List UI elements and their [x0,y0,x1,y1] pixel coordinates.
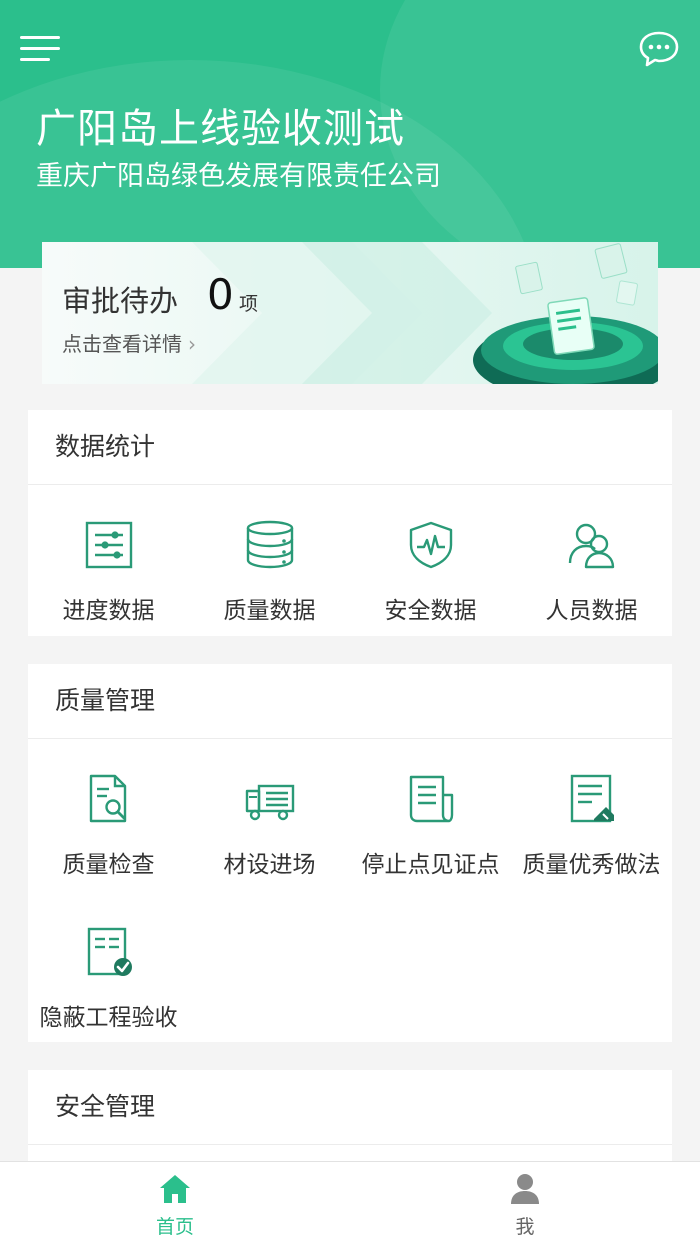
hamburger-menu-icon[interactable] [20,34,62,64]
section-title: 安全管理 [28,1070,672,1145]
document-search-icon [89,774,126,823]
truck-icon [245,784,294,821]
quality-management-card: 质量管理 质量检查 材设进场 停止点见证点 质量优秀做法 隐蔽工程验收 [28,664,672,1042]
grid-item-label: 人员数据 [545,598,638,624]
grid-item-label: 进度数据 [62,598,155,624]
data-stats-card: 数据统计 进度数据 质量数据 安全数据 人员数据 [28,410,672,636]
document-edit-icon [570,774,614,823]
approval-banner[interactable]: 审批待办 0 项 点击查看详情 › [42,242,658,384]
grid-item-label: 停止点见证点 [361,852,500,878]
personnel-data-button[interactable]: 人员数据 [511,519,672,672]
quality-management-grid: 质量检查 材设进场 停止点见证点 质量优秀做法 隐蔽工程验收 [28,739,672,1079]
quality-inspection-button[interactable]: 质量检查 [28,773,189,926]
quality-best-practice-button[interactable]: 质量优秀做法 [511,773,672,926]
tab-home[interactable]: 首页 [0,1162,350,1245]
grid-item-label: 质量数据 [223,598,316,624]
document-check-icon [87,927,132,976]
safety-management-card: 安全管理 [28,1070,672,1161]
scroll-document-icon [409,775,453,823]
material-entry-button[interactable]: 材设进场 [189,773,350,926]
safety-data-button[interactable]: 安全数据 [350,519,511,672]
approval-count: 0 [207,270,234,319]
tab-label: 我 [515,1216,535,1238]
chevron-right-icon: › [188,332,196,356]
witness-point-button[interactable]: 停止点见证点 [350,773,511,926]
approval-unit: 项 [239,293,259,315]
tab-label: 首页 [155,1216,194,1238]
database-icon [246,520,293,569]
grid-item-label: 质量检查 [62,852,155,878]
document-platform-illustration [473,243,658,384]
quality-data-button[interactable]: 质量数据 [189,519,350,672]
sliders-icon [85,521,132,569]
data-stats-grid: 进度数据 质量数据 安全数据 人员数据 [28,485,672,672]
shield-pulse-icon [409,521,452,569]
progress-data-button[interactable]: 进度数据 [28,519,189,672]
grid-item-label: 安全数据 [384,598,477,624]
people-icon [568,523,614,569]
home-icon [160,1175,190,1203]
grid-item-label: 隐蔽工程验收 [39,1005,178,1031]
chat-bubble-icon[interactable] [638,30,680,68]
approval-label: 审批待办 [62,284,179,318]
grid-item-label: 材设进场 [223,852,316,878]
view-details-label: 点击查看详情 [62,332,182,356]
page-title: 广阳岛上线验收测试 [36,106,405,152]
bottom-tab-bar: 首页 我 [0,1161,700,1245]
grid-item-label: 质量优秀做法 [522,852,661,878]
view-details-link[interactable]: 点击查看详情 › [62,328,196,357]
section-title: 质量管理 [28,664,672,739]
company-name: 重庆广阳岛绿色发展有限责任公司 [36,161,441,192]
section-title: 数据统计 [28,410,672,485]
tab-me[interactable]: 我 [350,1162,700,1245]
header: 广阳岛上线验收测试 重庆广阳岛绿色发展有限责任公司 [0,0,700,268]
concealed-work-acceptance-button[interactable]: 隐蔽工程验收 [28,926,189,1079]
person-icon [511,1174,539,1204]
